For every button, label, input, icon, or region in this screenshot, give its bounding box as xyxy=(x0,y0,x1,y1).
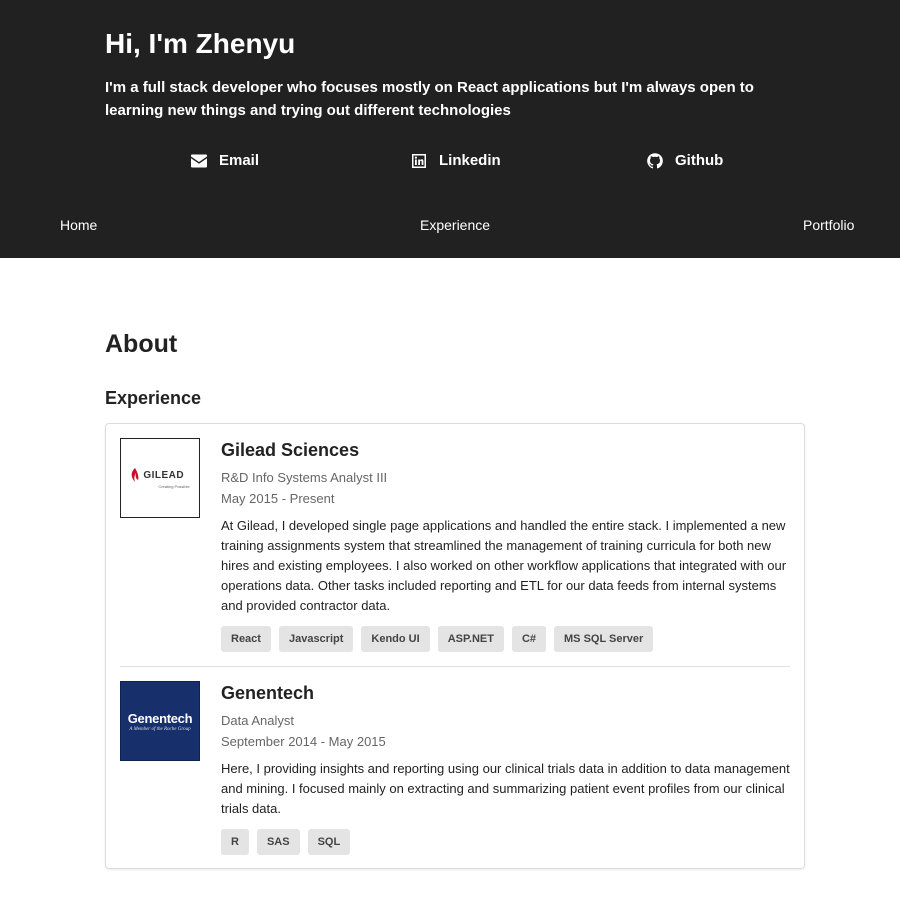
skill-tag: ASP.NET xyxy=(437,626,504,652)
email-link[interactable]: Email xyxy=(191,152,259,169)
gilead-logo-mark: GILEAD xyxy=(130,467,189,483)
skill-tag: Javascript xyxy=(278,626,354,652)
company-name: Genentech xyxy=(221,683,315,703)
company-name: Gilead Sciences xyxy=(221,440,360,460)
skill-tag: React xyxy=(221,626,271,652)
job-divider xyxy=(120,666,790,667)
gilead-flame-icon xyxy=(131,468,139,482)
job-dates: May 2015 - Present xyxy=(221,491,335,506)
skill-tag: SAS xyxy=(256,829,300,855)
github-link[interactable]: Github xyxy=(647,152,723,169)
nav-item-experience[interactable]: Experience xyxy=(420,217,490,233)
linkedin-icon xyxy=(412,153,426,168)
genentech-logo-tagline: A Member of the Roche Group xyxy=(129,726,191,732)
hero-header: Hi, I'm Zhenyu I'm a full stack develope… xyxy=(0,0,900,258)
envelope-icon xyxy=(191,154,207,167)
skill-tags: React Javascript Kendo UI ASP.NET C# MS … xyxy=(221,626,791,652)
github-link-label: Github xyxy=(675,152,724,169)
skill-tags: R SAS SQL xyxy=(221,829,791,855)
job-description: Here, I providing insights and reporting… xyxy=(221,761,790,816)
gilead-logo-tagline: Creating Possible xyxy=(158,484,190,489)
gilead-logo-inner: GILEAD Creating Possible xyxy=(130,467,190,489)
linkedin-link[interactable]: Linkedin xyxy=(411,152,501,169)
github-icon xyxy=(647,152,663,168)
email-link-label: Email xyxy=(219,152,260,169)
hero-title: Hi, I'm Zhenyu xyxy=(105,28,296,59)
job-role: R&D Info Systems Analyst III xyxy=(221,470,388,485)
genentech-logo: Genentech A Member of the Roche Group xyxy=(120,681,200,761)
job-role: Data Analyst xyxy=(221,713,294,728)
job-details: Genentech Data Analyst September 2014 - … xyxy=(221,681,791,855)
gilead-logo: GILEAD Creating Possible xyxy=(120,438,200,518)
job-description: At Gilead, I developed single page appli… xyxy=(221,518,787,613)
linkedin-link-label: Linkedin xyxy=(439,152,501,169)
skill-tag: R xyxy=(221,829,249,855)
about-heading: About xyxy=(105,330,178,358)
nav-item-portfolio[interactable]: Portfolio xyxy=(803,217,854,233)
skill-tag: C# xyxy=(511,626,547,652)
skill-tag: Kendo UI xyxy=(361,626,430,652)
experience-heading: Experience xyxy=(105,388,202,408)
nav-item-home[interactable]: Home xyxy=(60,217,97,233)
skill-tag: MS SQL Server xyxy=(554,626,654,652)
job-dates: September 2014 - May 2015 xyxy=(221,734,386,749)
skill-tag: SQL xyxy=(307,829,351,855)
genentech-logo-text: Genentech xyxy=(127,710,193,726)
gilead-logo-text: GILEAD xyxy=(143,469,185,481)
contact-links: Email Linkedin Github xyxy=(0,152,900,174)
hero-subtitle: I'm a full stack developer who focuses m… xyxy=(105,79,754,119)
job-details: Gilead Sciences R&D Info Systems Analyst… xyxy=(221,438,791,652)
experience-card: GILEAD Creating Possible Gilead Sciences… xyxy=(105,423,805,869)
